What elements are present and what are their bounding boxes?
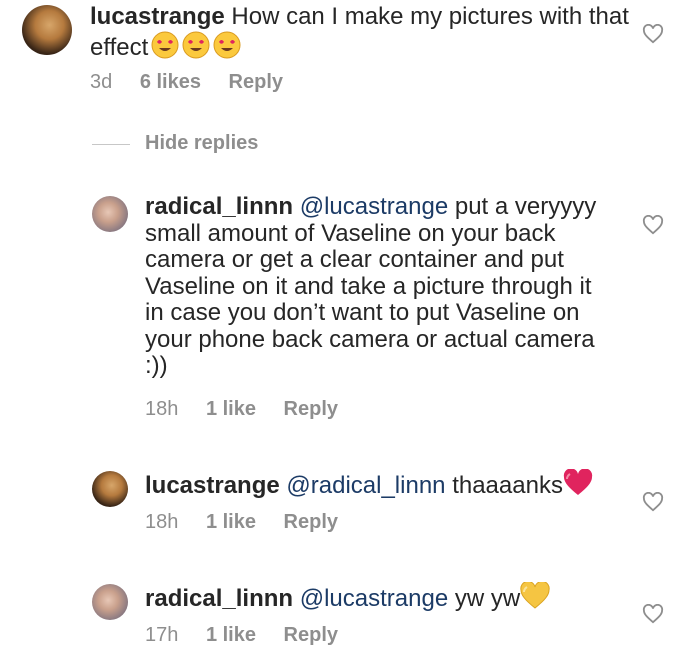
avatar[interactable] [92, 584, 128, 620]
hide-replies-button[interactable]: Hide replies [145, 132, 258, 155]
comment-text: lucastrange How can I make my pictures w… [90, 3, 630, 66]
comment-text: radical_linnn @lucastrange yw yw [145, 580, 625, 617]
heart-eyes-emoji [151, 31, 179, 66]
like-heart-icon[interactable] [642, 24, 664, 44]
comment-text: radical_linnn @lucastrange put a veryyyy… [145, 193, 625, 380]
like-heart-icon[interactable] [642, 215, 664, 235]
comment-time: 17h [145, 624, 179, 646]
red-heart-emoji [563, 468, 593, 504]
avatar[interactable] [92, 471, 128, 507]
comment-line: small amount of Vaseline on your back [145, 219, 556, 247]
heart-eyes-emoji [182, 31, 210, 66]
comment-username[interactable]: lucastrange [90, 3, 225, 30]
like-heart-icon[interactable] [642, 604, 664, 624]
reply-button[interactable]: Reply [284, 511, 338, 534]
comment-line: camera or get a clear container and put [145, 246, 564, 273]
comment-line: put a veryyyy [454, 193, 597, 220]
comment-likes[interactable]: 1 like [206, 511, 256, 534]
comment-time: 3d [90, 71, 113, 93]
comment-line: :)) [145, 352, 168, 379]
comment-body: yw yw [454, 585, 521, 612]
mention-link[interactable]: @lucastrange [300, 193, 448, 220]
comment-likes[interactable]: 6 likes [140, 71, 201, 94]
comment-likes[interactable]: 1 like [206, 398, 256, 421]
mention-link[interactable]: @radical_linnn [286, 472, 445, 499]
like-heart-icon[interactable] [642, 492, 664, 512]
reply-button[interactable]: Reply [229, 71, 283, 94]
comment-line: your phone back camera or actual camera [145, 325, 595, 353]
reply-button[interactable]: Reply [284, 624, 338, 647]
comment-meta: 18h 1 like Reply [145, 511, 338, 534]
replies-divider [92, 144, 130, 145]
comment-text: lucastrange @radical_linnn thaaaanks [145, 468, 625, 504]
comment-likes[interactable]: 1 like [206, 624, 256, 647]
comment-username[interactable]: radical_linnn [145, 193, 293, 220]
comment-time: 18h [145, 398, 179, 420]
comment-time: 18h [145, 511, 179, 533]
reply-button[interactable]: Reply [284, 398, 338, 421]
yellow-heart-emoji [520, 580, 550, 617]
comment-meta: 17h 1 like Reply [145, 624, 338, 647]
comment-username[interactable]: radical_linnn [145, 585, 293, 612]
mention-link[interactable]: @lucastrange [300, 585, 448, 612]
comment-body: thaaaanks [452, 472, 563, 499]
avatar[interactable] [92, 196, 128, 232]
comment-line: Vaseline on it and take a picture throug… [145, 272, 592, 300]
reply-1: radical_linnn @lucastrange put a veryyyy… [0, 190, 700, 430]
reply-2: lucastrange @radical_linnn thaaaanks 18h… [0, 465, 700, 545]
reply-3: radical_linnn @lucastrange yw yw 17h 1 l… [0, 578, 700, 659]
comment-meta: 18h 1 like Reply [145, 398, 338, 421]
heart-eyes-emoji [213, 31, 241, 66]
avatar[interactable] [22, 5, 72, 55]
comment-1: lucastrange How can I make my pictures w… [0, 0, 700, 110]
comment-username[interactable]: lucastrange [145, 472, 280, 499]
comment-meta: 3d 6 likes Reply [90, 71, 283, 94]
comment-line: in case you don’t want to put Vaseline o… [145, 299, 580, 326]
